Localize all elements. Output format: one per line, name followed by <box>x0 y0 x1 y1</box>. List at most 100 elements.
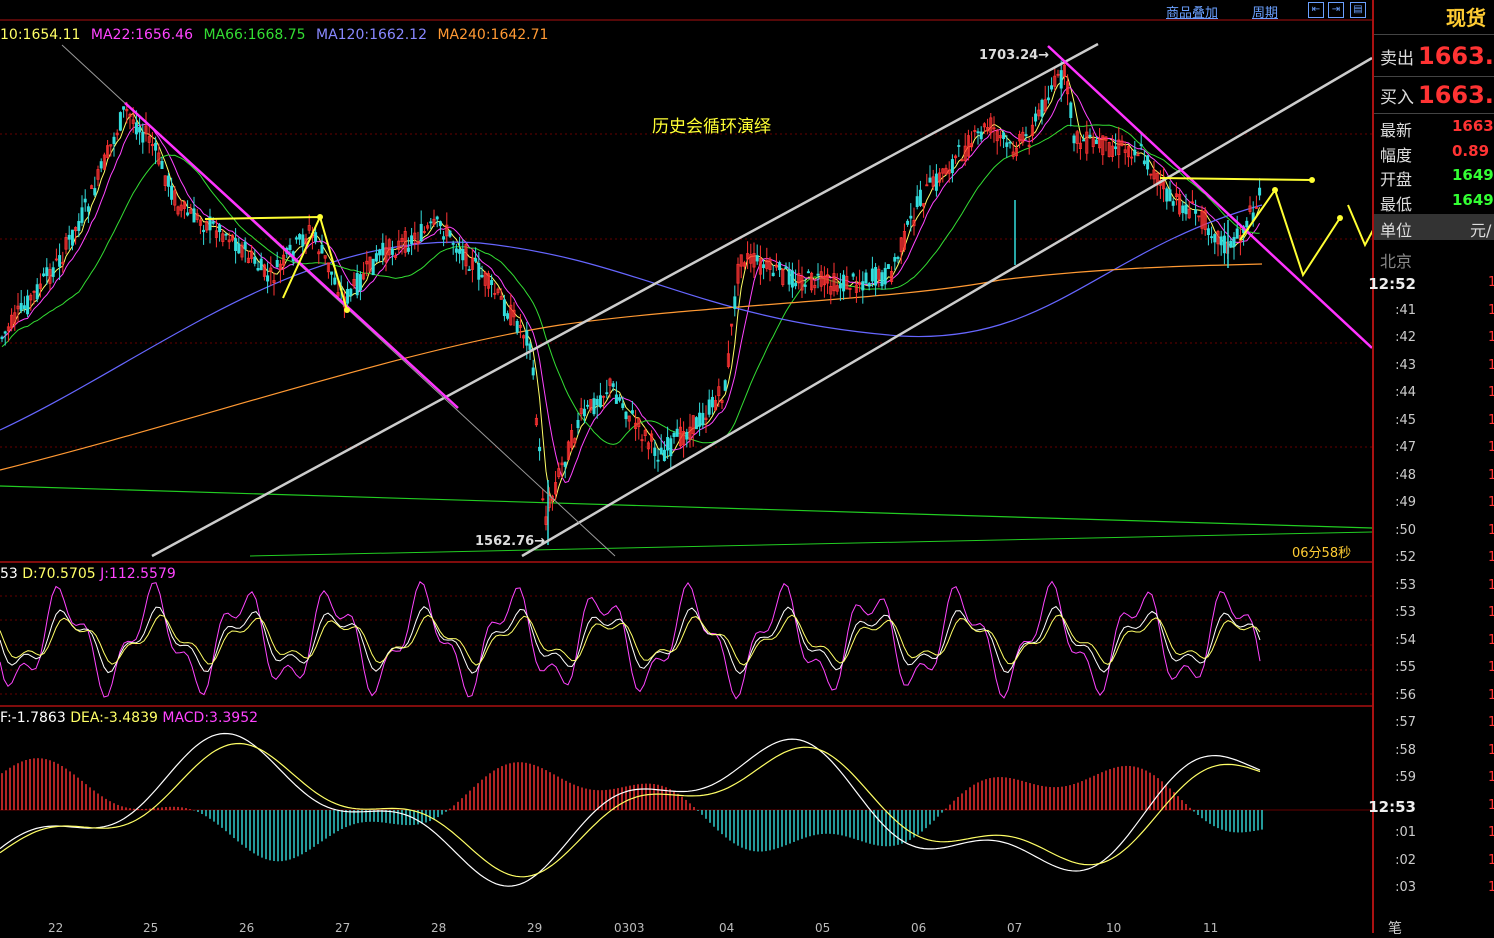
candle-body <box>1024 134 1028 137</box>
candle-body <box>410 235 414 245</box>
candle-body <box>1088 134 1092 138</box>
candle-body <box>803 284 807 287</box>
candle-body <box>563 461 567 467</box>
overlay-link[interactable]: 商品叠加 <box>1166 2 1218 21</box>
candle-body <box>918 189 922 206</box>
candle-body <box>406 247 410 252</box>
candle-body <box>218 224 222 233</box>
candle-body <box>19 302 23 311</box>
ma10-value: 10:1654.11 <box>0 27 81 43</box>
period-link[interactable]: 周期 <box>1252 2 1278 21</box>
candle-body <box>442 236 446 240</box>
candle-body <box>42 273 46 277</box>
candle-body <box>355 272 359 296</box>
macd-dea-value: DEA:-3.4839 <box>70 710 158 726</box>
scroll-right-button[interactable]: ⇥ <box>1328 2 1344 18</box>
panel-toggle-button[interactable]: ▤ <box>1350 2 1366 18</box>
candle-body <box>70 229 74 246</box>
candle-body <box>694 417 698 430</box>
channel-lower-line <box>521 56 1372 558</box>
candle-body <box>525 330 529 346</box>
candle-body <box>490 280 494 286</box>
tick-volume: 1 <box>1488 660 1494 675</box>
tick-volume: 1 <box>1488 385 1494 400</box>
tick-time: :55 <box>1395 660 1416 675</box>
arrow-head <box>1272 187 1278 193</box>
candle-body <box>1213 234 1217 243</box>
candle-body <box>592 398 596 415</box>
candle-body <box>611 383 615 387</box>
candle-body <box>266 275 270 282</box>
tick-time: :53 <box>1395 577 1416 593</box>
candle-body <box>816 273 820 276</box>
tick-time: :44 <box>1395 385 1416 400</box>
candle-body <box>787 269 791 285</box>
tick-volume: 1 <box>1488 357 1494 373</box>
candle-body <box>330 271 334 275</box>
tick-time: :48 <box>1395 467 1416 483</box>
tick-volume: 1 <box>1488 577 1494 593</box>
candle-body <box>906 220 910 225</box>
candle-body <box>294 237 298 240</box>
tick-time: :41 <box>1395 302 1416 318</box>
ma22-value: MA22:1656.46 <box>90 27 193 43</box>
candle-body <box>474 258 478 262</box>
unit-row: 单位 元/ <box>1374 214 1494 240</box>
macd-dif-value: F:-1.7863 <box>0 710 66 726</box>
candle-body <box>448 230 452 237</box>
candle-body <box>45 267 49 277</box>
tick-time: :50 <box>1395 522 1416 538</box>
kdj-k-value: 53 <box>0 566 18 582</box>
kdj-d-value: D:70.5705 <box>22 566 96 582</box>
forecast-arrow <box>1159 177 1313 181</box>
candle-body <box>35 284 39 300</box>
candle-body <box>653 447 657 456</box>
candle-body <box>333 277 337 285</box>
candle-body <box>838 283 842 289</box>
candle-body <box>1082 139 1086 142</box>
ma120-value: MA120:1662.12 <box>315 27 427 43</box>
candle-body <box>621 403 625 409</box>
candle-body <box>669 438 673 457</box>
candle-body <box>928 177 932 183</box>
candle-body <box>288 244 292 251</box>
candle-body <box>659 447 663 455</box>
ma240-line <box>0 263 1263 471</box>
candle-body <box>374 253 378 262</box>
scroll-left-button[interactable]: ⇤ <box>1308 2 1324 18</box>
candle-body <box>870 268 874 282</box>
candle-body <box>656 459 660 462</box>
candle-body <box>1034 113 1038 122</box>
arrow-head <box>344 307 350 313</box>
quote-row-latest: 最新1663. <box>1380 117 1494 140</box>
candle-body <box>1046 97 1050 101</box>
candle-body <box>3 331 7 334</box>
candle-body <box>275 260 279 268</box>
candle-body <box>80 207 84 223</box>
candle-body <box>784 266 788 269</box>
candle-body <box>1002 132 1006 140</box>
candle-body <box>451 243 455 245</box>
ma10-line <box>1 75 1261 504</box>
candle-body <box>22 305 26 309</box>
candle-body <box>58 255 62 267</box>
candle-body <box>861 281 865 291</box>
candlestick-chart[interactable] <box>0 0 1372 933</box>
tick-time: 12:53 <box>1368 797 1416 816</box>
candle-body <box>93 188 97 196</box>
candle-body <box>192 208 196 223</box>
candle-body <box>467 269 471 271</box>
candle-body <box>710 396 714 408</box>
candle-body <box>301 234 305 247</box>
candle-body <box>614 394 618 404</box>
candle-body <box>1165 188 1169 202</box>
tick-volume: 1 <box>1488 880 1494 895</box>
tick-volume: 1 <box>1488 852 1494 868</box>
candle-body <box>477 262 481 280</box>
candle-body <box>957 145 961 147</box>
candle-body <box>67 234 71 240</box>
tick-time: :43 <box>1395 357 1416 373</box>
ma-legend: 10:1654.11 MA22:1656.46 MA66:1668.75 MA1… <box>0 27 554 43</box>
candle-body <box>1171 201 1175 206</box>
candle-body <box>778 262 782 271</box>
